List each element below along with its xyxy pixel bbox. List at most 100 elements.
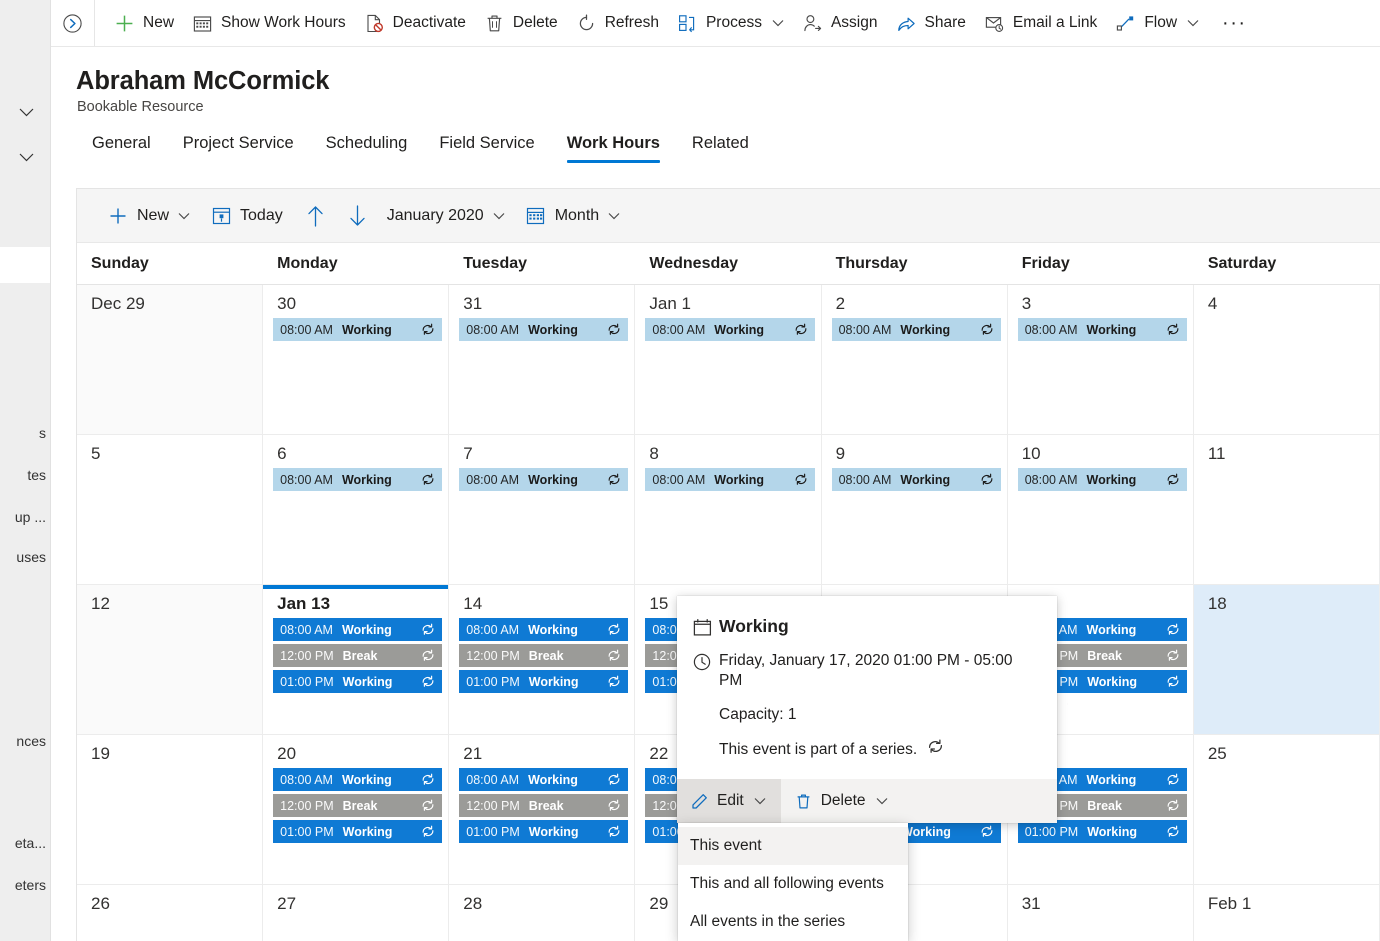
calendar-day-cell[interactable]: 4 [1193, 285, 1380, 434]
calendar-day-cell[interactable]: Feb 1 [1193, 885, 1380, 941]
calendar-day-cell[interactable]: 28 [449, 885, 636, 941]
dropdown-item[interactable]: All events in the series [678, 903, 908, 941]
calendar-event-pill[interactable]: 08:00 AM Working [459, 318, 629, 341]
tab-work-hours[interactable]: Work Hours [551, 126, 676, 169]
command-process-button[interactable]: Process [668, 0, 793, 46]
tab-related[interactable]: Related [676, 126, 765, 169]
event-time: 08:00 AM [838, 322, 892, 337]
command-flow-button[interactable]: Flow [1106, 0, 1208, 46]
calendar-day-cell[interactable]: 14 08:00 AM Working 12:00 PM Break 01:00 PM Wo… [449, 585, 636, 734]
calendar-day-cell[interactable]: 25 [1193, 735, 1380, 884]
expand-right-icon[interactable] [51, 0, 95, 46]
calendar-event-pill[interactable]: 12:00 PM Break [273, 794, 443, 817]
calendar-event-pill[interactable]: 08:00 AM Working [459, 618, 629, 641]
calendar-date-picker[interactable]: January 2020 [379, 196, 513, 236]
event-time: 12:00 PM [466, 648, 520, 663]
chevron-down-icon[interactable] [608, 212, 620, 220]
weekday-header: Friday [1021, 254, 1070, 272]
chevron-down-icon[interactable] [12, 98, 40, 126]
calendar-day-cell[interactable]: 11 [1193, 435, 1380, 584]
calendar-day-cell[interactable]: 26 [77, 885, 264, 941]
calendar-day-cell[interactable]: 18 [1193, 585, 1380, 734]
calendar-day-cell[interactable]: 5 [77, 435, 264, 584]
calendar-event-pill[interactable]: 08:00 AM Working [459, 468, 629, 491]
sidebar-item-fragment[interactable]: tes [27, 467, 46, 483]
chevron-down-icon[interactable] [876, 797, 888, 805]
calendar-prev-button[interactable] [295, 196, 337, 236]
chevron-down-icon[interactable] [178, 212, 190, 220]
calendar-day-cell[interactable]: 30 08:00 AM Working [263, 285, 450, 434]
calendar-next-button[interactable] [337, 196, 379, 236]
calendar-day-cell[interactable]: 3 08:00 AM Working [1007, 285, 1194, 434]
calendar-event-pill[interactable]: 08:00 AM Working [831, 468, 1001, 491]
command-email-a-link-button[interactable]: Email a Link [975, 0, 1106, 46]
sidebar-item-fragment[interactable]: eta... [15, 835, 46, 851]
sidebar-item-fragment[interactable]: nces [16, 733, 46, 749]
callout-edit-button[interactable]: Edit [677, 779, 780, 823]
calendar-event-pill[interactable]: 08:00 AM Working [645, 318, 815, 341]
chevron-down-icon[interactable] [754, 797, 766, 805]
calendar-today-button[interactable]: Today [202, 196, 291, 236]
tab-project-service[interactable]: Project Service [167, 126, 310, 169]
calendar-event-pill[interactable]: 12:00 PM Break [459, 794, 629, 817]
sidebar-item-fragment[interactable]: uses [16, 549, 46, 565]
calendar-day-cell[interactable]: 2 08:00 AM Working [821, 285, 1008, 434]
calendar-event-pill[interactable]: 12:00 PM Break [459, 644, 629, 667]
command-assign-button[interactable]: Assign [793, 0, 887, 46]
chevron-down-icon[interactable] [1187, 19, 1199, 27]
calendar-day-cell[interactable]: 31 [1007, 885, 1194, 941]
calendar-event-pill[interactable]: 01:00 PM Working [459, 670, 629, 693]
calendar-event-pill[interactable]: 01:00 PM Working [273, 820, 443, 843]
calendar-day-cell[interactable]: 21 08:00 AM Working 12:00 PM Break 01:00 PM Wo… [449, 735, 636, 884]
sidebar-item-fragment[interactable]: s [39, 425, 46, 441]
calendar-event-pill[interactable]: 08:00 AM Working [831, 318, 1001, 341]
command-new-button[interactable]: New [105, 0, 183, 46]
calendar-event-pill[interactable]: 08:00 AM Working [645, 468, 815, 491]
calendar-day-cell[interactable]: Jan 1 08:00 AM Working [635, 285, 822, 434]
calendar-event-pill[interactable]: 08:00 AM Working [273, 468, 443, 491]
calendar-event-pill[interactable]: 01:00 PM Working [459, 820, 629, 843]
chevron-down-icon-2[interactable] [12, 143, 40, 171]
calendar-event-pill[interactable]: 08:00 AM Working [459, 768, 629, 791]
command-share-button[interactable]: Share [887, 0, 975, 46]
calendar-day-cell[interactable]: Dec 29 [77, 285, 264, 434]
calendar-day-cell[interactable]: 20 08:00 AM Working 12:00 PM Break 01:00 PM Wo… [263, 735, 450, 884]
command-show-work-hours-button[interactable]: Show Work Hours [183, 0, 355, 46]
tab-general[interactable]: General [76, 126, 167, 169]
tab-field-service[interactable]: Field Service [423, 126, 550, 169]
command-refresh-button[interactable]: Refresh [567, 0, 668, 46]
sidebar-item-fragment[interactable]: eters [15, 877, 46, 893]
calendar-view-selector[interactable]: Month [517, 196, 628, 236]
calendar-event-pill[interactable]: 01:00 PM Working [273, 670, 443, 693]
command-delete-button[interactable]: Delete [475, 0, 567, 46]
command-deactivate-button[interactable]: Deactivate [355, 0, 475, 46]
calendar-event-pill[interactable]: 01:00 PM Working [1017, 820, 1187, 843]
sidebar-item-fragment[interactable]: up ... [15, 509, 46, 525]
calendar-day-cell[interactable]: 19 [77, 735, 264, 884]
calendar-day-cell[interactable]: 27 [263, 885, 450, 941]
calendar-day-cell[interactable]: 10 08:00 AM Working [1007, 435, 1194, 584]
event-time: 12:00 PM [280, 798, 334, 813]
calendar-day-cell[interactable]: 9 08:00 AM Working [821, 435, 1008, 584]
chevron-down-icon[interactable] [772, 19, 784, 27]
overflow-menu-button[interactable]: ··· [1208, 0, 1260, 46]
dropdown-item[interactable]: This and all following events [678, 865, 908, 903]
calendar-event-pill[interactable]: 08:00 AM Working [273, 618, 443, 641]
calendar-event-pill[interactable]: 08:00 AM Working [273, 318, 443, 341]
dropdown-item[interactable]: This event [678, 827, 908, 865]
calendar-day-cell[interactable]: 8 08:00 AM Working [635, 435, 822, 584]
tab-scheduling[interactable]: Scheduling [310, 126, 424, 169]
calendar-day-cell[interactable]: Jan 13 08:00 AM Working 12:00 PM Break 01:00 … [263, 585, 450, 734]
calendar-event-pill[interactable]: 08:00 AM Working [273, 768, 443, 791]
calendar-event-pill[interactable]: 08:00 AM Working [1017, 318, 1187, 341]
calendar-day-cell[interactable]: 6 08:00 AM Working [263, 435, 450, 584]
callout-delete-button[interactable]: Delete [781, 779, 902, 823]
calendar-day-cell[interactable]: 7 08:00 AM Working [449, 435, 636, 584]
calendar-new-button[interactable]: New [99, 196, 198, 236]
calendar-event-pill[interactable]: 08:00 AM Working [1017, 468, 1187, 491]
calendar-day-cell[interactable]: 31 08:00 AM Working [449, 285, 636, 434]
calendar-event-pill[interactable]: 12:00 PM Break [273, 644, 443, 667]
event-name: Working [528, 322, 578, 337]
chevron-down-icon[interactable] [493, 212, 505, 220]
calendar-day-cell[interactable]: 12 [77, 585, 264, 734]
